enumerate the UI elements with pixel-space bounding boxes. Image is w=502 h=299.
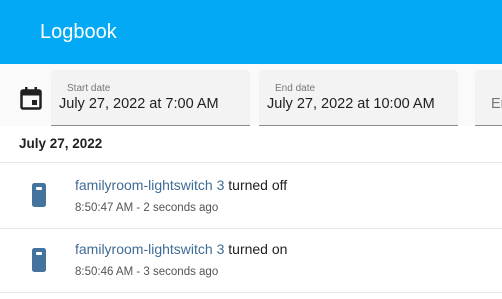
entry-relative-time: 2 seconds ago xyxy=(143,202,219,214)
filter-bar: Start date July 27, 2022 at 7:00 AM End … xyxy=(0,64,502,126)
entity-link[interactable]: familyroom-lightswitch 3 xyxy=(75,241,224,257)
entry-time: 8:50:46 AM xyxy=(75,266,134,278)
day-header: July 27, 2022 xyxy=(19,136,103,151)
light-switch-icon xyxy=(32,183,46,207)
calendar-icon[interactable] xyxy=(20,86,42,110)
start-date-value: July 27, 2022 at 7:00 AM xyxy=(59,96,219,112)
entry-action: turned on xyxy=(224,241,288,257)
entry-separator: - xyxy=(133,266,144,278)
divider xyxy=(0,292,502,293)
entry-relative-time: 3 seconds ago xyxy=(143,266,219,278)
entry-action: turned off xyxy=(224,177,288,193)
logbook-entry: familyroom-lightswitch 3 turned on 8:50:… xyxy=(0,228,502,292)
divider xyxy=(0,162,502,163)
start-date-field[interactable]: Start date July 27, 2022 at 7:00 AM xyxy=(51,70,250,126)
entity-picker-label: En xyxy=(491,96,502,112)
end-date-value: July 27, 2022 at 10:00 AM xyxy=(267,96,435,112)
entry-timestamp: 8:50:47 AM - 2 seconds ago xyxy=(75,202,218,214)
entry-message: familyroom-lightswitch 3 turned off xyxy=(75,177,287,193)
end-date-label: End date xyxy=(275,83,316,94)
logbook-entry: familyroom-lightswitch 3 turned off 8:50… xyxy=(0,164,502,228)
entity-picker-field[interactable]: En xyxy=(475,70,502,126)
end-date-field[interactable]: End date July 27, 2022 at 10:00 AM xyxy=(259,70,458,126)
entry-time: 8:50:47 AM xyxy=(75,202,134,214)
start-date-label: Start date xyxy=(67,83,111,94)
entry-separator: - xyxy=(133,202,144,214)
light-switch-icon xyxy=(32,248,46,272)
entry-timestamp: 8:50:46 AM - 3 seconds ago xyxy=(75,266,218,278)
page-title: Logbook xyxy=(40,20,117,43)
app-header: Logbook xyxy=(0,0,502,64)
entry-message: familyroom-lightswitch 3 turned on xyxy=(75,241,287,257)
entity-link[interactable]: familyroom-lightswitch 3 xyxy=(75,177,224,193)
